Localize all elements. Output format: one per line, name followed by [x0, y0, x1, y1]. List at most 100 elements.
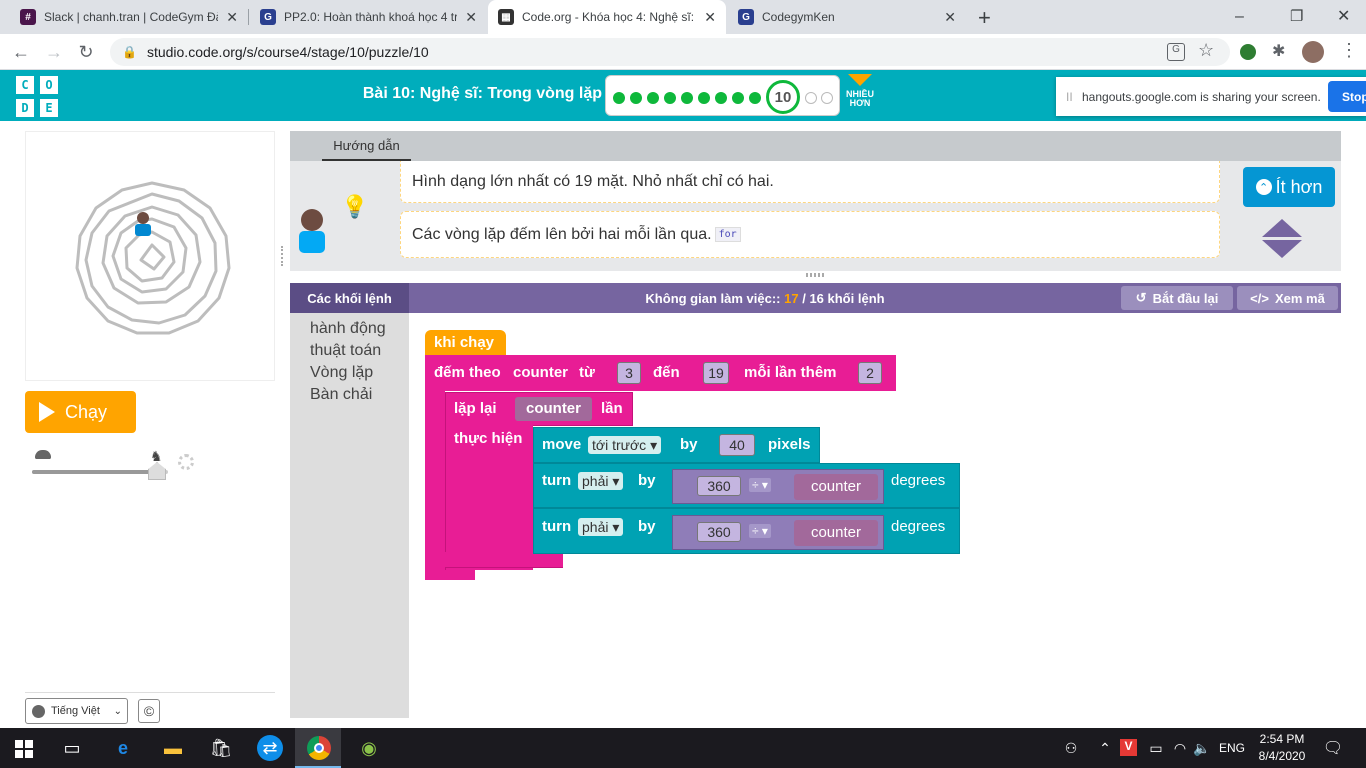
progress-dot-empty[interactable] — [805, 92, 817, 104]
progress-dot-complete[interactable] — [613, 92, 625, 104]
move-distance-input[interactable]: 40 — [719, 434, 755, 456]
scroll-up-icon[interactable] — [1262, 219, 1302, 237]
tab-pp2[interactable]: G PP2.0: Hoàn thành khoá học 4 trê ✕ — [250, 0, 487, 34]
scroll-down-icon[interactable] — [1262, 240, 1302, 258]
more-button[interactable]: NHIỀU HƠN — [843, 74, 877, 108]
divide-left-input[interactable]: 360 — [697, 522, 741, 542]
progress-dot-complete[interactable] — [630, 92, 642, 104]
task-view-icon[interactable]: ▭ — [59, 735, 85, 761]
clock[interactable]: 2:54 PM 8/4/2020 — [1252, 731, 1312, 765]
address-bar[interactable]: 🔒 studio.code.org/s/course4/stage/10/puz… — [110, 38, 1230, 66]
new-tab-button[interactable]: + — [978, 5, 991, 31]
file-explorer-icon[interactable]: ▬ — [160, 735, 186, 761]
by-input[interactable]: 2 — [858, 362, 882, 384]
turn-direction-dropdown[interactable]: phải ▾ — [578, 518, 624, 536]
from-input[interactable]: 3 — [617, 362, 641, 384]
artist-canvas — [25, 131, 275, 381]
hint-lightbulb-icon[interactable]: 💡 — [341, 194, 368, 220]
forward-icon[interactable]: → — [43, 41, 65, 63]
tab-slack[interactable]: # Slack | chanh.tran | CodeGym Đà ✕ — [10, 0, 248, 34]
volume-icon[interactable]: 🔈 — [1189, 735, 1215, 761]
category-actions[interactable]: hành động — [310, 320, 386, 338]
to-input[interactable]: 19 — [703, 362, 729, 384]
window-close-button[interactable]: ✕ — [1337, 6, 1350, 26]
turn-by-label: by — [638, 518, 656, 535]
close-icon[interactable]: ✕ — [704, 9, 716, 26]
code-logo[interactable]: C O D E — [16, 76, 58, 118]
turn-direction-dropdown[interactable]: phải ▾ — [578, 472, 624, 490]
tab-title: Slack | chanh.tran | CodeGym Đà — [44, 10, 219, 24]
stop-sharing-button[interactable]: Stop — [1328, 81, 1366, 112]
progress-dot-complete[interactable] — [698, 92, 710, 104]
notifications-icon[interactable]: 🗨 — [1320, 735, 1346, 761]
run-label: Chạy — [65, 401, 108, 422]
windows-start-icon[interactable] — [15, 740, 33, 758]
progress-dot-complete[interactable] — [732, 92, 744, 104]
progress-dot-empty[interactable] — [821, 92, 833, 104]
minimize-button[interactable]: – — [1235, 8, 1244, 26]
close-icon[interactable]: ✕ — [226, 9, 238, 26]
people-icon[interactable]: ⚇ — [1058, 735, 1084, 761]
store-icon[interactable]: 🛍 — [208, 735, 234, 761]
repeat-variable[interactable]: counter — [515, 397, 592, 421]
url-text: studio.code.org/s/course4/stage/10/puzzl… — [146, 44, 429, 60]
undo-icon: ↺ — [1135, 290, 1147, 305]
current-puzzle[interactable]: 10 — [766, 80, 800, 114]
language-select[interactable]: Tiếng Việt ⌄ — [25, 698, 128, 724]
code-chip: for — [714, 227, 741, 242]
battery-icon[interactable]: ▭ — [1143, 735, 1169, 761]
tab-instructions[interactable]: Hướng dẫn — [322, 131, 411, 161]
repeat-label: lặp lại — [454, 400, 497, 417]
back-icon[interactable]: ← — [10, 41, 32, 63]
app-icon[interactable]: ◉ — [356, 735, 382, 761]
progress-dot-complete[interactable] — [715, 92, 727, 104]
maximize-button[interactable]: ❐ — [1290, 7, 1303, 25]
edge-icon[interactable]: e — [110, 735, 136, 761]
close-icon[interactable]: ✕ — [465, 9, 477, 26]
divide-left-input[interactable]: 360 — [697, 476, 741, 496]
for-variable[interactable]: counter — [513, 364, 568, 381]
puzzle-progress: 10 — [605, 75, 840, 116]
tab-title: Code.org - Khóa học 4: Nghệ sĩ: T — [522, 10, 697, 24]
reload-icon[interactable]: ↻ — [75, 41, 97, 63]
operator-dropdown[interactable]: ÷ ▾ — [749, 524, 771, 538]
pause-icon[interactable]: II — [1066, 90, 1073, 104]
extension-globe-icon[interactable] — [1240, 44, 1256, 60]
resize-handle[interactable] — [806, 273, 824, 277]
menu-icon[interactable]: ⋮ — [1340, 40, 1358, 61]
artist-character — [134, 212, 154, 238]
category-math[interactable]: thuật toán — [310, 342, 381, 360]
move-direction-dropdown[interactable]: tới trước ▾ — [588, 436, 662, 454]
antivirus-icon[interactable]: V — [1120, 739, 1137, 756]
divide-variable[interactable]: counter — [794, 520, 878, 546]
avatar[interactable] — [1302, 41, 1324, 63]
progress-dot-complete[interactable] — [749, 92, 761, 104]
copyright-button[interactable]: © — [138, 699, 160, 723]
close-icon[interactable]: ✕ — [944, 9, 956, 26]
show-less-button[interactable]: ⌃ Ít hơn — [1243, 167, 1335, 207]
when-run-block[interactable]: khi chạy — [425, 330, 506, 356]
tab-codegymken[interactable]: G CodegymKen ✕ — [728, 0, 966, 34]
show-code-button[interactable]: </> Xem mã — [1237, 286, 1338, 310]
artist-avatar-icon — [295, 209, 331, 259]
progress-dot-complete[interactable] — [664, 92, 676, 104]
reset-button[interactable]: ↺ Bắt đầu lại — [1121, 286, 1233, 310]
run-button[interactable]: Chạy — [25, 391, 136, 433]
speed-slider[interactable] — [32, 470, 168, 474]
divide-variable[interactable]: counter — [794, 474, 878, 500]
teamviewer-icon[interactable]: ⇄ — [257, 735, 283, 761]
category-brush[interactable]: Bàn chải — [310, 386, 372, 404]
tab-codeorg[interactable]: ▦ Code.org - Khóa học 4: Nghệ sĩ: T ✕ — [488, 0, 726, 34]
speed-slider-fill — [32, 470, 158, 474]
resize-handle[interactable] — [281, 246, 285, 266]
progress-dot-complete[interactable] — [647, 92, 659, 104]
operator-dropdown[interactable]: ÷ ▾ — [749, 478, 771, 492]
progress-dot-complete[interactable] — [681, 92, 693, 104]
translate-icon[interactable]: G — [1167, 43, 1185, 61]
chevron-up-icon[interactable]: ⌃ — [1092, 735, 1118, 761]
star-icon[interactable]: ☆ — [1198, 40, 1214, 61]
category-loops[interactable]: Vòng lặp — [310, 364, 373, 382]
rabbit-icon: ♞ — [150, 448, 163, 464]
input-language[interactable]: ENG — [1219, 741, 1245, 755]
extensions-icon[interactable]: ✱ — [1272, 41, 1285, 61]
